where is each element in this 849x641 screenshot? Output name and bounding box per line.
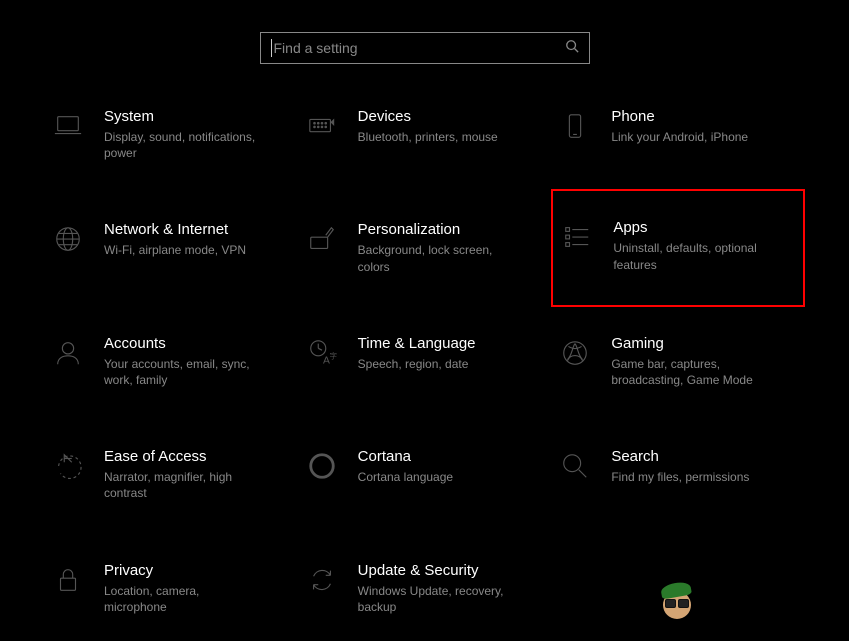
tile-title: Update & Security [358,562,518,579]
tile-title: Phone [611,108,748,125]
tile-desc: Your accounts, email, sync, work, family [104,356,264,388]
search-wrapper [0,0,849,104]
tile-title: Ease of Access [104,448,264,465]
tile-desc: Find my files, permissions [611,469,749,485]
tile-desc: Background, lock screen, colors [358,242,518,274]
tile-title: Gaming [611,335,771,352]
tile-desc: Link your Android, iPhone [611,129,748,145]
tile-ease-of-access[interactable]: Ease of Access Narrator, magnifier, high… [44,444,298,505]
search-input[interactable] [274,40,565,56]
tile-text: Update & Security Windows Update, recove… [358,562,518,615]
tile-apps[interactable]: Apps Uninstall, defaults, optional featu… [551,189,805,306]
tile-title: Privacy [104,562,264,579]
tile-desc: Wi-Fi, airplane mode, VPN [104,242,246,258]
tile-text: Search Find my files, permissions [611,448,749,485]
tile-desc: Windows Update, recovery, backup [358,583,518,615]
svg-text:字: 字 [329,350,337,360]
keyboard-icon [306,110,338,142]
tile-text: Personalization Background, lock screen,… [358,221,518,274]
tile-text: System Display, sound, notifications, po… [104,108,264,161]
settings-grid: System Display, sound, notifications, po… [0,104,849,619]
magnifier-icon [559,450,591,482]
tile-desc: Display, sound, notifications, power [104,129,264,161]
tile-text: Network & Internet Wi-Fi, airplane mode,… [104,221,246,258]
laptop-icon [52,110,84,142]
tile-cortana[interactable]: Cortana Cortana language [298,444,552,505]
tile-desc: Uninstall, defaults, optional features [613,240,773,272]
tile-title: Personalization [358,221,518,238]
lock-icon [52,564,84,596]
tile-text: Ease of Access Narrator, magnifier, high… [104,448,264,501]
tile-title: Accounts [104,335,264,352]
xbox-icon [559,337,591,369]
tile-text: Devices Bluetooth, printers, mouse [358,108,498,145]
tile-desc: Game bar, captures, broadcasting, Game M… [611,356,771,388]
search-box[interactable] [260,32,590,64]
tile-text: Phone Link your Android, iPhone [611,108,748,145]
tile-title: Network & Internet [104,221,246,238]
tile-text: Cortana Cortana language [358,448,453,485]
ease-of-access-icon [52,450,84,482]
person-icon [52,337,84,369]
cortana-icon [306,450,338,482]
tile-title: Search [611,448,749,465]
tile-title: Cortana [358,448,453,465]
tile-text: Accounts Your accounts, email, sync, wor… [104,335,264,388]
tile-title: System [104,108,264,125]
tile-title: Time & Language [358,335,476,352]
tile-devices[interactable]: Devices Bluetooth, printers, mouse [298,104,552,165]
tile-desc: Speech, region, date [358,356,476,372]
tile-text: Apps Uninstall, defaults, optional featu… [613,219,773,272]
tile-gaming[interactable]: Gaming Game bar, captures, broadcasting,… [551,331,805,392]
mascot-avatar [655,579,699,623]
time-language-icon: A字 [306,337,338,369]
text-cursor [271,39,272,57]
tile-text: Privacy Location, camera, microphone [104,562,264,615]
apps-list-icon [561,221,593,253]
tile-text: Time & Language Speech, region, date [358,335,476,372]
tile-desc: Bluetooth, printers, mouse [358,129,498,145]
tile-desc: Cortana language [358,469,453,485]
tile-network[interactable]: Network & Internet Wi-Fi, airplane mode,… [44,217,298,278]
search-icon [565,39,579,58]
tile-update-security[interactable]: Update & Security Windows Update, recove… [298,558,552,619]
tile-title: Devices [358,108,498,125]
tile-desc: Location, camera, microphone [104,583,264,615]
tile-time-language[interactable]: A字 Time & Language Speech, region, date [298,331,552,392]
tile-personalization[interactable]: Personalization Background, lock screen,… [298,217,552,278]
tile-phone[interactable]: Phone Link your Android, iPhone [551,104,805,165]
tile-title: Apps [613,219,773,236]
update-icon [306,564,338,596]
globe-icon [52,223,84,255]
tile-desc: Narrator, magnifier, high contrast [104,469,264,501]
phone-icon [559,110,591,142]
paintbrush-icon [306,223,338,255]
tile-privacy[interactable]: Privacy Location, camera, microphone [44,558,298,619]
tile-system[interactable]: System Display, sound, notifications, po… [44,104,298,165]
tile-text: Gaming Game bar, captures, broadcasting,… [611,335,771,388]
tile-accounts[interactable]: Accounts Your accounts, email, sync, wor… [44,331,298,392]
tile-search[interactable]: Search Find my files, permissions [551,444,805,505]
